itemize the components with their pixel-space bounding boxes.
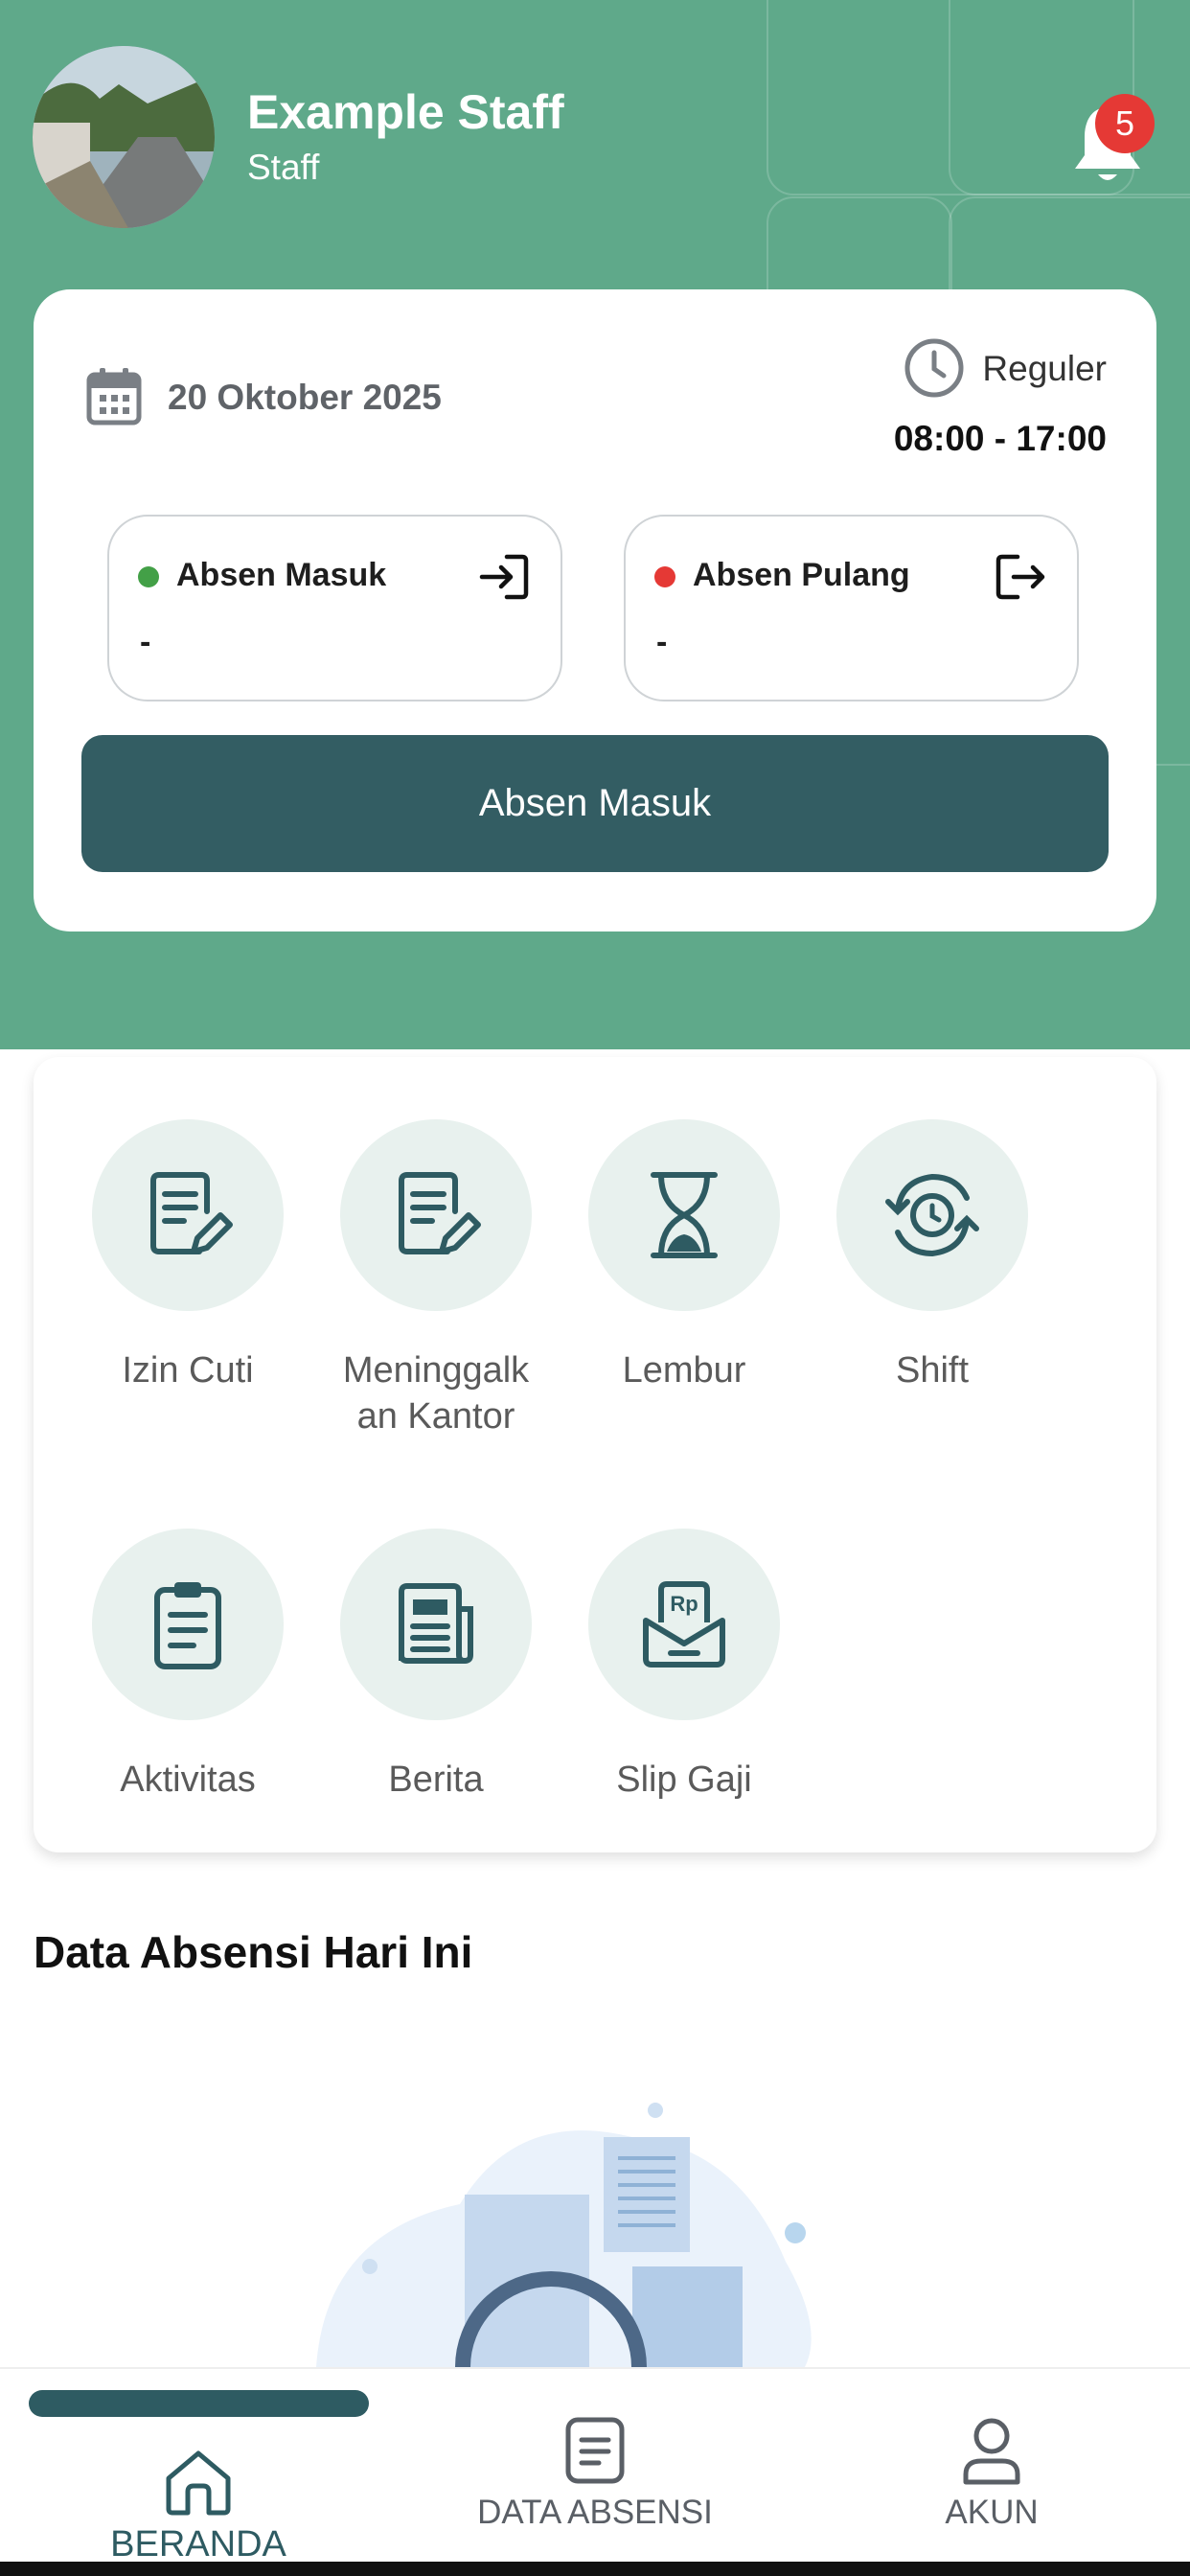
clock-icon bbox=[904, 338, 964, 398]
menu-label: Lembur bbox=[622, 1350, 746, 1391]
check-in-status-dot bbox=[138, 566, 159, 587]
menu-label: Berita bbox=[388, 1760, 484, 1800]
login-icon bbox=[479, 554, 529, 600]
attendance-date: 20 Oktober 2025 bbox=[168, 378, 442, 417]
clipboard-icon bbox=[154, 1582, 221, 1669]
shift-name: Reguler bbox=[982, 349, 1107, 388]
nav-beranda[interactable]: BERANDA bbox=[55, 2446, 342, 2565]
check-in-value: - bbox=[140, 624, 151, 660]
user-name: Example Staff bbox=[247, 85, 564, 139]
empty-state-illustration bbox=[316, 2103, 812, 2367]
check-out-box: Absen Pulang - bbox=[624, 515, 1079, 702]
menu-shift[interactable]: Shift bbox=[808, 1119, 1057, 1393]
payslip-icon: Rp bbox=[643, 1581, 725, 1668]
attendance-card: 20 Oktober 2025 Reguler 08:00 - 17:00 Ab… bbox=[34, 289, 1156, 932]
avatar[interactable] bbox=[33, 46, 215, 228]
decorative-shape bbox=[949, 0, 1190, 196]
system-bar bbox=[0, 2562, 1190, 2576]
clock-rotate-icon bbox=[885, 1173, 979, 1257]
menu-label: Slip Gaji bbox=[616, 1760, 752, 1800]
document-list-icon bbox=[565, 2417, 625, 2484]
nav-label: AKUN bbox=[945, 2494, 1039, 2531]
menu-label: Izin Cuti bbox=[122, 1350, 254, 1391]
check-out-value: - bbox=[656, 624, 668, 660]
bottom-navigation: BERANDA DATA ABSENSI AKUN bbox=[0, 2367, 1190, 2564]
check-out-label: Absen Pulang bbox=[693, 557, 910, 593]
menu-label: Meninggalk an Kantor bbox=[342, 1350, 530, 1437]
active-tab-indicator bbox=[29, 2390, 369, 2417]
user-icon bbox=[963, 2418, 1020, 2485]
menu-label: Aktivitas bbox=[120, 1760, 256, 1800]
notification-badge: 5 bbox=[1095, 94, 1155, 153]
check-in-label: Absen Masuk bbox=[176, 557, 387, 593]
feature-menu: Izin Cuti Meninggalk an Kantor Lembur Sh… bbox=[34, 1057, 1156, 1852]
menu-aktivitas[interactable]: Aktivitas bbox=[63, 1529, 312, 1803]
check-in-button[interactable]: Absen Masuk bbox=[81, 735, 1109, 872]
menu-lembur[interactable]: Lembur bbox=[560, 1119, 809, 1393]
check-in-box: Absen Masuk - bbox=[107, 515, 562, 702]
menu-slip-gaji[interactable]: Rp Slip Gaji bbox=[560, 1529, 809, 1803]
check-out-status-dot bbox=[654, 566, 675, 587]
section-title: Data Absensi Hari Ini bbox=[34, 1927, 473, 1977]
newspaper-icon bbox=[399, 1583, 473, 1664]
menu-meninggalkan-kantor[interactable]: Meninggalk an Kantor bbox=[311, 1119, 561, 1439]
payslip-currency: Rp bbox=[670, 1592, 698, 1616]
nav-akun[interactable]: AKUN bbox=[848, 2415, 1135, 2532]
menu-label: Shift bbox=[895, 1350, 970, 1391]
user-role: Staff bbox=[247, 148, 320, 187]
home-icon bbox=[166, 2450, 231, 2516]
document-edit-icon bbox=[399, 1172, 481, 1254]
nav-label: DATA ABSENSI bbox=[477, 2494, 713, 2531]
calendar-icon bbox=[86, 368, 142, 426]
nav-data-absensi[interactable]: DATA ABSENSI bbox=[451, 2415, 739, 2532]
hourglass-icon bbox=[651, 1172, 718, 1258]
nav-label: BERANDA bbox=[110, 2524, 286, 2564]
menu-izin-cuti[interactable]: Izin Cuti bbox=[63, 1119, 312, 1393]
logout-icon bbox=[995, 554, 1045, 600]
menu-berita[interactable]: Berita bbox=[311, 1529, 561, 1803]
shift-time: 08:00 - 17:00 bbox=[893, 419, 1107, 458]
document-edit-icon bbox=[150, 1172, 233, 1254]
